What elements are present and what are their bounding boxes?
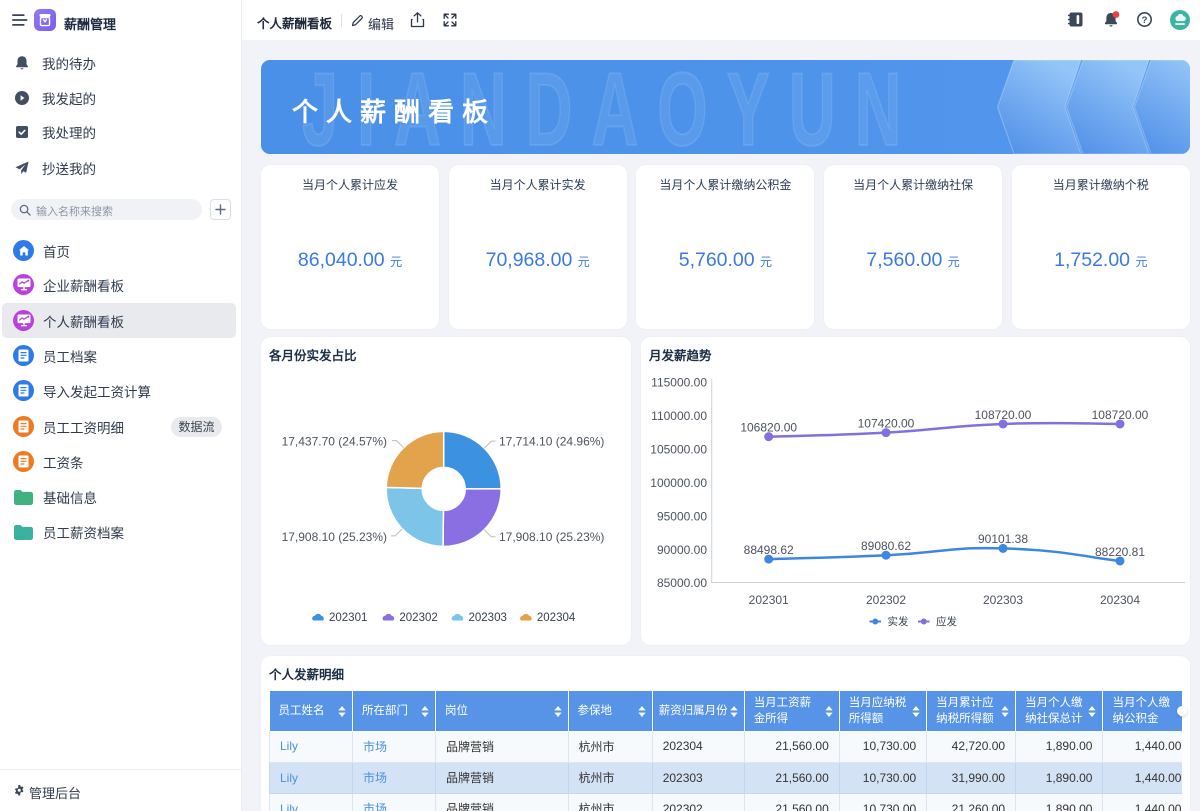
svg-text:202304: 202304 bbox=[1100, 593, 1140, 607]
svg-text:90101.38: 90101.38 bbox=[978, 532, 1028, 546]
svg-text:应发: 应发 bbox=[936, 615, 957, 628]
svg-text:115000.00: 115000.00 bbox=[651, 376, 707, 390]
svg-text:88220.81: 88220.81 bbox=[1095, 545, 1145, 559]
svg-text:202302: 202302 bbox=[399, 612, 437, 624]
svg-text:105000.00: 105000.00 bbox=[650, 443, 707, 457]
svg-text:202304: 202304 bbox=[537, 612, 576, 624]
svg-text:202303: 202303 bbox=[469, 612, 507, 624]
svg-text:108720.00: 108720.00 bbox=[975, 408, 1032, 422]
svg-text:17,908.10 (25.23%): 17,908.10 (25.23%) bbox=[499, 530, 604, 544]
svg-text:110000.00: 110000.00 bbox=[651, 409, 707, 423]
svg-text:202301: 202301 bbox=[329, 612, 367, 624]
svg-text:17,437.70 (24.57%): 17,437.70 (24.57%) bbox=[282, 435, 387, 449]
svg-text:95000.00: 95000.00 bbox=[657, 509, 707, 523]
svg-text:17,714.10 (24.96%): 17,714.10 (24.96%) bbox=[499, 435, 604, 449]
svg-text:90000.00: 90000.00 bbox=[657, 543, 707, 557]
svg-text:88498.62: 88498.62 bbox=[744, 543, 794, 557]
svg-text:202301: 202301 bbox=[749, 593, 789, 607]
svg-text:17,908.10 (25.23%): 17,908.10 (25.23%) bbox=[282, 530, 387, 544]
svg-text:89080.62: 89080.62 bbox=[861, 539, 911, 553]
svg-text:100000.00: 100000.00 bbox=[650, 476, 707, 490]
svg-text:实发: 实发 bbox=[888, 615, 909, 628]
svg-text:106820.00: 106820.00 bbox=[740, 421, 797, 435]
svg-text:?: ? bbox=[1142, 15, 1148, 26]
svg-text:108720.00: 108720.00 bbox=[1092, 408, 1149, 422]
svg-text:202302: 202302 bbox=[866, 593, 906, 607]
svg-text:202303: 202303 bbox=[983, 593, 1023, 607]
svg-text:107420.00: 107420.00 bbox=[858, 417, 915, 431]
svg-text:85000.00: 85000.00 bbox=[657, 576, 707, 590]
